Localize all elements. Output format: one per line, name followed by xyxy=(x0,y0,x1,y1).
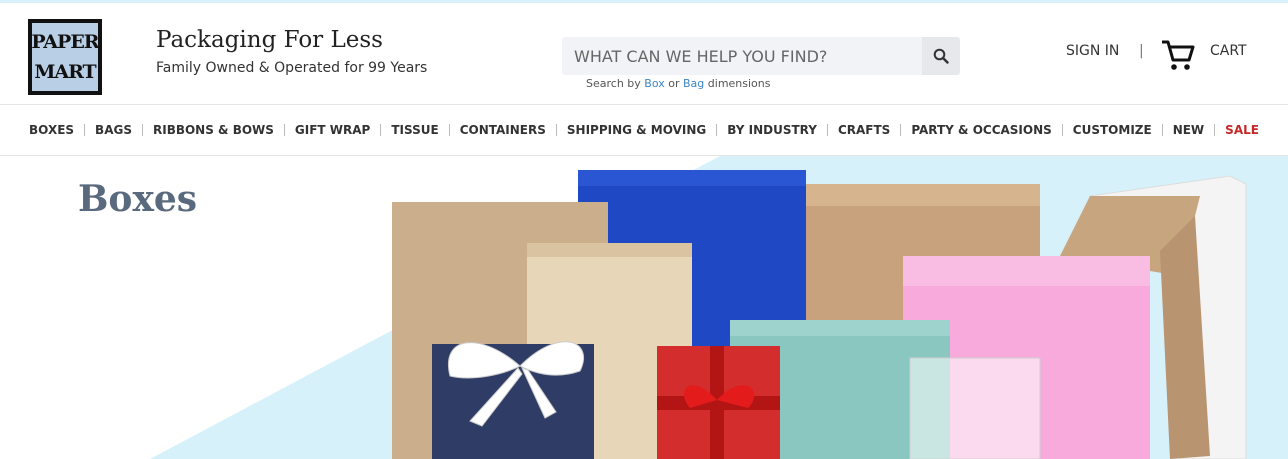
nav-item-bags[interactable]: BAGS xyxy=(85,123,142,137)
logo-inner: PAPER MART xyxy=(31,23,100,91)
search-input[interactable] xyxy=(562,37,920,75)
nav-item-customize[interactable]: CUSTOMIZE xyxy=(1063,123,1162,137)
logo-text-line1: PAPER xyxy=(31,31,99,53)
cart-icon[interactable] xyxy=(1160,38,1196,76)
search-icon xyxy=(933,48,949,64)
nav-item-shipping-moving[interactable]: SHIPPING & MOVING xyxy=(557,123,716,137)
search-bar xyxy=(562,37,960,75)
search-hint: Search by Box or Bag dimensions xyxy=(586,77,771,90)
nav-item-tissue[interactable]: TISSUE xyxy=(381,123,448,137)
nav-item-sale[interactable]: SALE xyxy=(1215,123,1269,137)
paper-mart-logo[interactable]: PAPER MART xyxy=(28,19,102,95)
account-separator: | xyxy=(1139,43,1144,59)
main-nav: BOXES BAGS RIBBONS & BOWS GIFT WRAP TISS… xyxy=(0,104,1288,156)
search-button[interactable] xyxy=(922,37,960,75)
cart-link[interactable]: CART xyxy=(1210,43,1247,59)
bag-dimensions-link[interactable]: Bag xyxy=(683,77,704,90)
nav-item-containers[interactable]: CONTAINERS xyxy=(450,123,556,137)
nav-item-boxes[interactable]: BOXES xyxy=(19,123,84,137)
sign-in-link[interactable]: SIGN IN xyxy=(1066,43,1119,59)
nav-item-gift-wrap[interactable]: GIFT WRAP xyxy=(285,123,380,137)
box-dimensions-link[interactable]: Box xyxy=(644,77,664,90)
nav-item-ribbons-bows[interactable]: RIBBONS & BOWS xyxy=(143,123,284,137)
search-hint-middle: or xyxy=(668,77,680,90)
hero-title: Boxes xyxy=(78,178,198,220)
nav-item-party-occasions[interactable]: PARTY & OCCASIONS xyxy=(901,123,1061,137)
brand-subtitle: Family Owned & Operated for 99 Years xyxy=(156,60,428,76)
hero-banner: Boxes xyxy=(0,156,1288,459)
brand-title: Packaging For Less xyxy=(156,27,383,53)
nav-item-by-industry[interactable]: BY INDUSTRY xyxy=(717,123,827,137)
search-hint-prefix: Search by xyxy=(586,77,641,90)
nav-item-new[interactable]: NEW xyxy=(1163,123,1214,137)
logo-text-line2: MART xyxy=(34,61,96,83)
nav-item-crafts[interactable]: CRAFTS xyxy=(828,123,900,137)
search-hint-suffix: dimensions xyxy=(707,77,771,90)
